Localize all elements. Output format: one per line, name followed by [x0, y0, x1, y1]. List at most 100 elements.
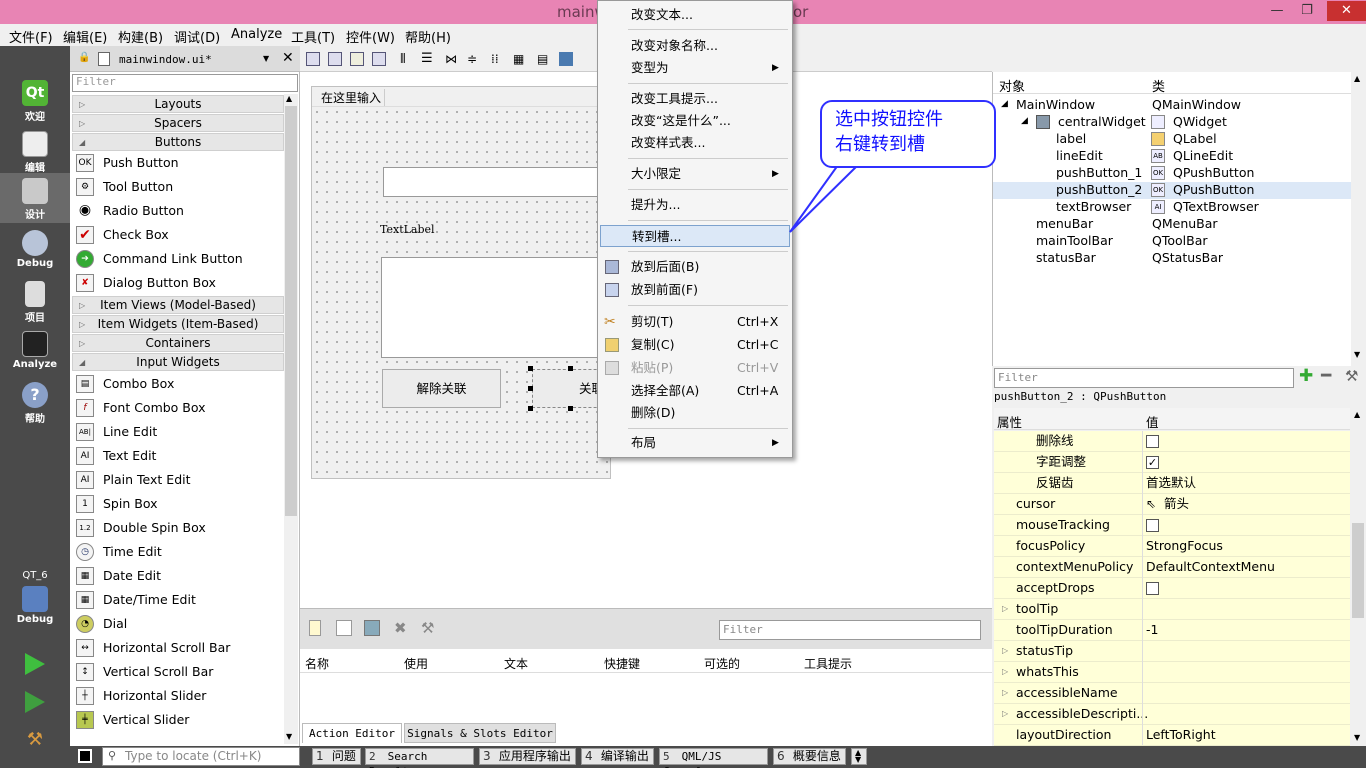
menu-analyze[interactable]: Analyze — [231, 27, 282, 42]
property-row[interactable]: toolTipDuration -1 — [994, 620, 1350, 641]
new-action-icon[interactable] — [309, 620, 321, 636]
property-row[interactable]: ▷ statusTip — [994, 641, 1350, 662]
col-object[interactable]: 对象 — [999, 76, 1025, 95]
mode-project[interactable]: 项目 — [0, 281, 70, 324]
paste-action-icon[interactable] — [364, 620, 380, 636]
kit-selector[interactable]: Debug — [0, 586, 70, 625]
mouse-tracking-checkbox[interactable] — [1146, 519, 1159, 532]
close-file-icon[interactable]: ✕ — [282, 50, 294, 66]
property-value[interactable]: DefaultContextMenu — [1146, 557, 1275, 577]
close-window-button[interactable]: ✕ — [1327, 1, 1366, 21]
toggle-sidebar-icon[interactable] — [78, 749, 92, 763]
pane-qml-console[interactable]: 5 QML/JS Console — [659, 748, 768, 768]
add-property-icon[interactable]: ✚ — [1299, 366, 1313, 386]
menu-build[interactable]: 构建(B) — [118, 27, 163, 46]
text-browser[interactable] — [381, 257, 613, 358]
menu-item-copy[interactable]: 复制(C) Ctrl+C — [600, 334, 790, 356]
accept-drops-checkbox[interactable] — [1146, 582, 1159, 595]
widget-time-edit[interactable]: ◷ Time Edit — [74, 541, 284, 563]
break-layout-icon[interactable]: ▤ — [537, 52, 548, 66]
category-item-views[interactable]: ▷ Item Views (Model-Based) — [72, 296, 284, 314]
layout-form-icon[interactable]: ⁞⁞ — [491, 52, 499, 66]
menu-item-morph-into[interactable]: 变型为 ▶ — [600, 57, 790, 79]
property-value[interactable] — [1146, 578, 1159, 598]
widget-dial[interactable]: ◔ Dial — [74, 613, 284, 635]
category-buttons[interactable]: ◢ Buttons — [72, 133, 284, 151]
property-row[interactable]: focusPolicy StrongFocus — [994, 536, 1350, 557]
property-row[interactable]: 删除线 — [994, 431, 1350, 452]
copy-action-icon[interactable] — [336, 620, 352, 636]
menu-item-bring-to-front[interactable]: 放到前面(F) — [600, 279, 790, 301]
file-dropdown-icon[interactable]: ▼ — [263, 54, 269, 63]
menu-item-change-whats-this[interactable]: 改变“这是什么”... — [600, 110, 790, 132]
property-value[interactable]: -1 — [1146, 620, 1158, 640]
widget-date-edit[interactable]: ▦ Date Edit — [74, 565, 284, 587]
collapsed-icon[interactable]: ▷ — [1002, 662, 1008, 682]
menu-item-change-tooltip[interactable]: 改变工具提示... — [600, 88, 790, 110]
menu-debug[interactable]: 调试(D) — [174, 27, 220, 46]
scrollbar-thumb[interactable] — [1352, 523, 1364, 618]
menu-item-select-all[interactable]: 选择全部(A) Ctrl+A — [600, 380, 790, 402]
scroll-up-icon[interactable]: ▲ — [1354, 410, 1360, 419]
mode-analyze[interactable]: Analyze — [0, 331, 70, 370]
property-row[interactable]: mouseTracking — [994, 515, 1350, 536]
expanded-icon[interactable]: ◢ — [1001, 99, 1008, 109]
category-layouts[interactable]: ▷ Layouts — [72, 95, 284, 113]
widget-hscrollbar[interactable]: ↔ Horizontal Scroll Bar — [74, 637, 284, 659]
category-spacers[interactable]: ▷ Spacers — [72, 114, 284, 132]
widget-command-link[interactable]: ➔ Command Link Button — [74, 248, 284, 270]
property-row[interactable]: 字距调整 ✓ — [994, 452, 1350, 473]
tree-row[interactable]: ◢ centralWidget QWidget — [993, 114, 1351, 131]
property-row[interactable]: layoutDirection LeftToRight — [994, 725, 1350, 746]
property-value[interactable]: LeftToRight — [1146, 725, 1216, 745]
menu-item-size-constraints[interactable]: 大小限定 ▶ — [600, 163, 790, 185]
edit-signals-icon[interactable] — [328, 52, 342, 66]
menu-item-change-object-name[interactable]: 改变对象名称... — [600, 35, 790, 57]
property-filter-input[interactable]: Filter — [994, 368, 1294, 388]
collapsed-icon[interactable]: ▷ — [1002, 683, 1008, 703]
mode-edit[interactable]: 编辑 — [0, 131, 70, 174]
expanded-icon[interactable]: ◢ — [1021, 116, 1028, 126]
remove-property-icon[interactable]: ━ — [1321, 366, 1331, 386]
menu-item-change-stylesheet[interactable]: 改变样式表... — [600, 132, 790, 154]
kerning-checkbox[interactable]: ✓ — [1146, 456, 1159, 469]
layout-vsplit-icon[interactable]: ≑ — [467, 52, 477, 66]
adjust-size-icon[interactable] — [559, 52, 573, 66]
widget-double-spin-box[interactable]: 1.2 Double Spin Box — [74, 517, 284, 539]
run-button[interactable] — [0, 653, 70, 675]
property-value[interactable]: ✓ — [1146, 452, 1159, 472]
strikeout-checkbox[interactable] — [1146, 435, 1159, 448]
col-shortcut[interactable]: 快捷键 — [604, 655, 640, 672]
tree-row[interactable]: label QLabel — [993, 131, 1351, 148]
debug-run-button[interactable] — [0, 691, 70, 713]
property-row[interactable]: contextMenuPolicy DefaultContextMenu — [994, 557, 1350, 578]
col-checkable[interactable]: 可选的 — [704, 655, 740, 672]
property-row[interactable]: cursor ⇖ 箭头 — [994, 494, 1350, 515]
widget-filter-input[interactable]: Filter — [72, 74, 298, 92]
widget-radio-button[interactable]: ◉ Radio Button — [74, 200, 284, 222]
tab-action-editor[interactable]: Action Editor — [302, 723, 402, 743]
menu-tools[interactable]: 工具(T) — [291, 27, 335, 46]
property-row[interactable]: ▷ toolTip — [994, 599, 1350, 620]
scroll-down-icon[interactable]: ▼ — [1354, 350, 1360, 359]
scroll-down-icon[interactable]: ▼ — [286, 732, 292, 741]
widget-plain-text-edit[interactable]: AI Plain Text Edit — [74, 469, 284, 491]
pane-search-results[interactable]: 2 Search Results — [365, 748, 474, 768]
selection-handle[interactable] — [568, 406, 573, 411]
pane-app-output[interactable]: 3 应用程序输出 — [479, 748, 576, 765]
property-row[interactable]: ▷ whatsThis — [994, 662, 1350, 683]
menu-item-cut[interactable]: ✂ 剪切(T) Ctrl+X — [600, 311, 790, 333]
widget-spin-box[interactable]: 1 Spin Box — [74, 493, 284, 515]
edit-widgets-icon[interactable] — [306, 52, 320, 66]
scroll-up-icon[interactable]: ▲ — [1354, 74, 1360, 83]
scroll-up-icon[interactable]: ▲ — [286, 94, 292, 103]
mode-help[interactable]: ? 帮助 — [0, 382, 70, 425]
layout-horizontal-icon[interactable]: ⦀ — [400, 52, 406, 67]
col-tooltip[interactable]: 工具提示 — [804, 655, 852, 672]
widget-tool-button[interactable]: ⚙ Tool Button — [74, 176, 284, 198]
delete-action-icon[interactable]: ✖ — [394, 619, 407, 637]
tree-row[interactable]: mainToolBar QToolBar — [993, 233, 1351, 250]
widget-check-box[interactable]: ✔ Check Box — [74, 224, 284, 246]
pane-issues[interactable]: 1 问题 — [312, 748, 361, 765]
menu-widgets[interactable]: 控件(W) — [346, 27, 395, 46]
